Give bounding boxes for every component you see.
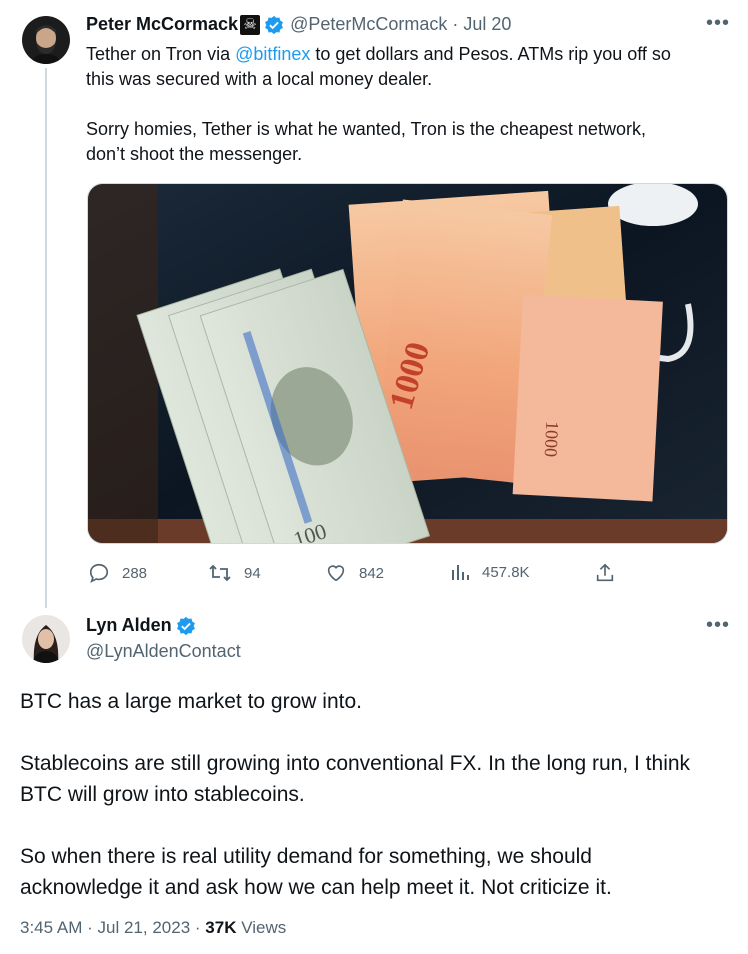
separator-dot: · <box>194 918 201 937</box>
author-handle[interactable]: @PeterMcCormack <box>290 14 447 35</box>
share-upload-icon <box>596 563 614 582</box>
share-button[interactable] <box>594 562 616 589</box>
like-count: 842 <box>359 564 385 582</box>
text-line: Sorry homies, Tether is what he wanted, … <box>86 119 646 139</box>
view-count: 457.8K <box>482 563 530 581</box>
more-options-icon[interactable]: ••• <box>706 614 730 637</box>
reply-button[interactable]: 288 <box>88 562 147 584</box>
repost-icon <box>209 564 231 582</box>
text-segment: to get dollars and Pesos. ATMs rip you o… <box>310 44 671 64</box>
more-options-icon[interactable]: ••• <box>706 12 730 35</box>
author-name[interactable]: Peter McCormack <box>86 14 238 35</box>
author-name[interactable]: Lyn Alden <box>86 615 172 636</box>
heart-icon <box>327 565 345 582</box>
tweet2-header: Lyn Alden <box>86 615 196 636</box>
author-handle[interactable]: @LynAldenContact <box>86 641 241 662</box>
views-button[interactable]: 457.8K <box>450 562 530 582</box>
text-line: this was secured with a local money deal… <box>86 69 433 89</box>
reply-icon <box>89 563 109 583</box>
paragraph-line: acknowledge it and ask how we can help m… <box>20 876 612 899</box>
repost-count: 94 <box>244 564 261 582</box>
repost-button[interactable]: 94 <box>208 562 261 584</box>
timestamp-time[interactable]: 3:45 AM <box>20 918 82 937</box>
tweet-photo[interactable]: 1000 1000 100 <box>87 183 728 544</box>
mention-link[interactable]: @bitfinex <box>235 44 310 64</box>
paragraph-line: Stablecoins are still growing into conve… <box>20 752 691 775</box>
tweet-meta: 3:45 AM · Jul 21, 2023 · 37K Views <box>20 918 286 938</box>
tweet1-text: Tether on Tron via @bitfinex to get doll… <box>86 42 736 167</box>
views-count[interactable]: 37K <box>205 918 236 937</box>
skull-crossbones-icon: ☠ <box>240 14 261 35</box>
paragraph-line: So when there is real utility demand for… <box>20 845 592 868</box>
reply-count: 288 <box>122 564 148 582</box>
text-line: don’t shoot the messenger. <box>86 144 303 164</box>
verified-badge-icon <box>264 15 284 35</box>
timestamp-date[interactable]: Jul 21, 2023 <box>98 918 191 937</box>
svg-text:1000: 1000 <box>541 421 563 458</box>
views-label: Views <box>241 918 287 937</box>
thread-connector-line <box>45 68 47 608</box>
paragraph: BTC has a large market to grow into. <box>20 690 362 713</box>
like-button[interactable]: 842 <box>325 562 384 584</box>
text-segment: Tether on Tron via <box>86 44 236 64</box>
paragraph-line: BTC will grow into stablecoins. <box>20 783 305 806</box>
avatar-lyn[interactable] <box>22 615 70 663</box>
analytics-bar-icon <box>452 565 469 580</box>
separator-dot: · <box>87 918 93 937</box>
tweet2-text: BTC has a large market to grow into. Sta… <box>20 686 735 903</box>
verified-badge-icon <box>176 616 196 636</box>
tweet1-header: Peter McCormack ☠ @PeterMcCormack · Jul … <box>86 14 511 35</box>
tweet-date[interactable]: Jul 20 <box>463 14 511 35</box>
separator-dot: · <box>452 14 459 34</box>
avatar-peter[interactable] <box>22 16 70 64</box>
